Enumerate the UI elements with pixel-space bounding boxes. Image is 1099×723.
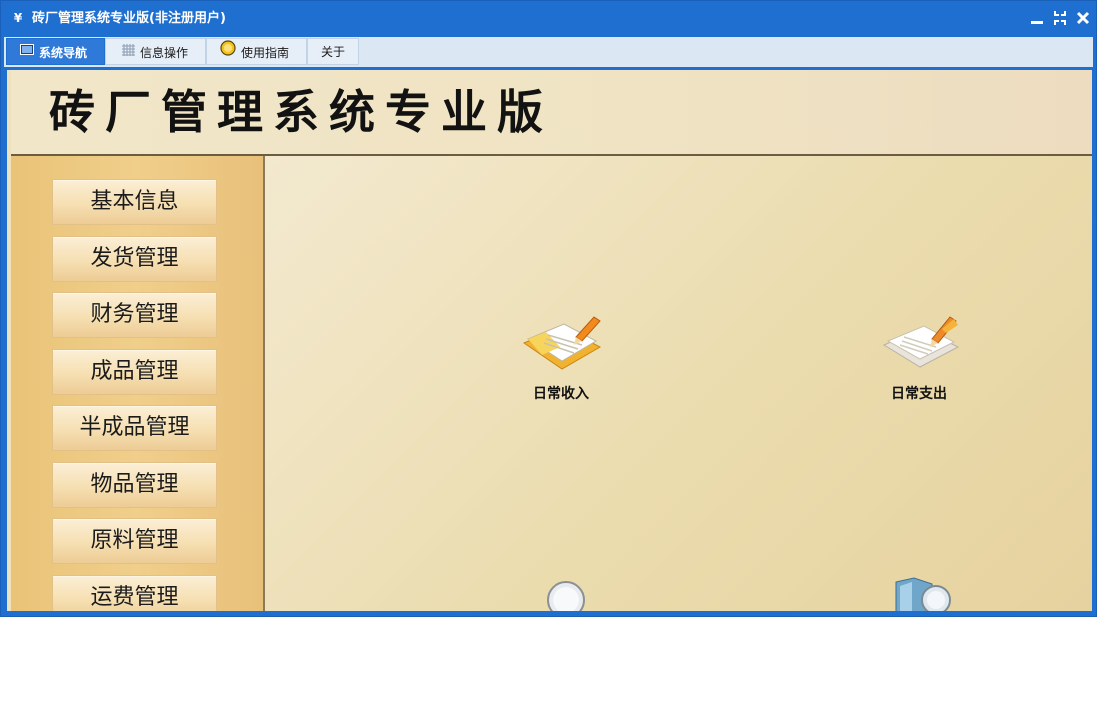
main-panel: 日常收入 日常支出: [265, 156, 1092, 611]
map-magnifier-icon: [895, 577, 951, 611]
minimize-button[interactable]: [1028, 8, 1046, 28]
tool-label: 日常支出: [891, 386, 947, 402]
nav-goods-management-button[interactable]: 物品管理: [52, 462, 217, 508]
title-bar[interactable]: ¥ 砖厂管理系统专业版(非注册用户): [1, 1, 1096, 37]
sidebar: 基本信息 发货管理 财务管理 成品管理 半成品管理 物品管理 原料管理 运费管理: [11, 156, 265, 611]
tab-about[interactable]: 关于: [307, 38, 359, 65]
app-window: ¥ 砖厂管理系统专业版(非注册用户) 系统导航 信息操作 使用指南 关于 砖厂管…: [0, 0, 1097, 617]
tab-label: 信息操作: [140, 46, 189, 60]
nav-basic-info-button[interactable]: 基本信息: [52, 179, 217, 225]
nav-finished-goods-button[interactable]: 成品管理: [52, 349, 217, 395]
search-tool[interactable]: [546, 578, 586, 611]
tab-bar: 系统导航 信息操作 使用指南 关于: [4, 37, 1093, 70]
window-title: 砖厂管理系统专业版(非注册用户): [32, 11, 226, 26]
help-circle-icon: [220, 39, 236, 66]
restore-button[interactable]: [1051, 8, 1069, 28]
nav-finance-management-button[interactable]: 财务管理: [52, 292, 217, 338]
close-icon: [1076, 11, 1090, 25]
nav-semi-finished-goods-button[interactable]: 半成品管理: [52, 405, 217, 451]
nav-shipping-management-button[interactable]: 发货管理: [52, 236, 217, 282]
banner: 砖厂管理系统专业版: [11, 70, 1092, 156]
close-button[interactable]: [1074, 8, 1092, 28]
grid-icon: [122, 39, 135, 66]
content-area: 砖厂管理系统专业版 基本信息 发货管理 财务管理 成品管理 半成品管理 物品管理…: [7, 70, 1092, 611]
tab-label: 关于: [320, 45, 345, 59]
app-icon: ¥: [13, 11, 23, 25]
minimize-icon: [1031, 21, 1043, 24]
monitor-icon: [20, 39, 34, 66]
banner-title: 砖厂管理系统专业版: [49, 85, 553, 139]
tab-system-navigation[interactable]: 系统导航: [6, 38, 105, 65]
daily-expense-tool[interactable]: 日常支出: [872, 307, 966, 403]
magnifier-icon: [547, 581, 585, 611]
tab-info-operation[interactable]: 信息操作: [105, 38, 206, 65]
restore-icon: [1054, 11, 1066, 25]
tab-label: 系统导航: [39, 46, 88, 60]
tab-user-guide[interactable]: 使用指南: [206, 38, 307, 65]
tab-label: 使用指南: [241, 46, 290, 60]
papers-pencil-icon: [882, 316, 960, 368]
notebook-pencil-icon: [522, 316, 602, 370]
daily-income-tool[interactable]: 日常收入: [514, 307, 608, 403]
nav-freight-management-button[interactable]: 运费管理: [52, 575, 217, 611]
map-search-tool[interactable]: [892, 576, 956, 611]
tool-label: 日常收入: [533, 386, 589, 402]
nav-raw-material-button[interactable]: 原料管理: [52, 518, 217, 564]
